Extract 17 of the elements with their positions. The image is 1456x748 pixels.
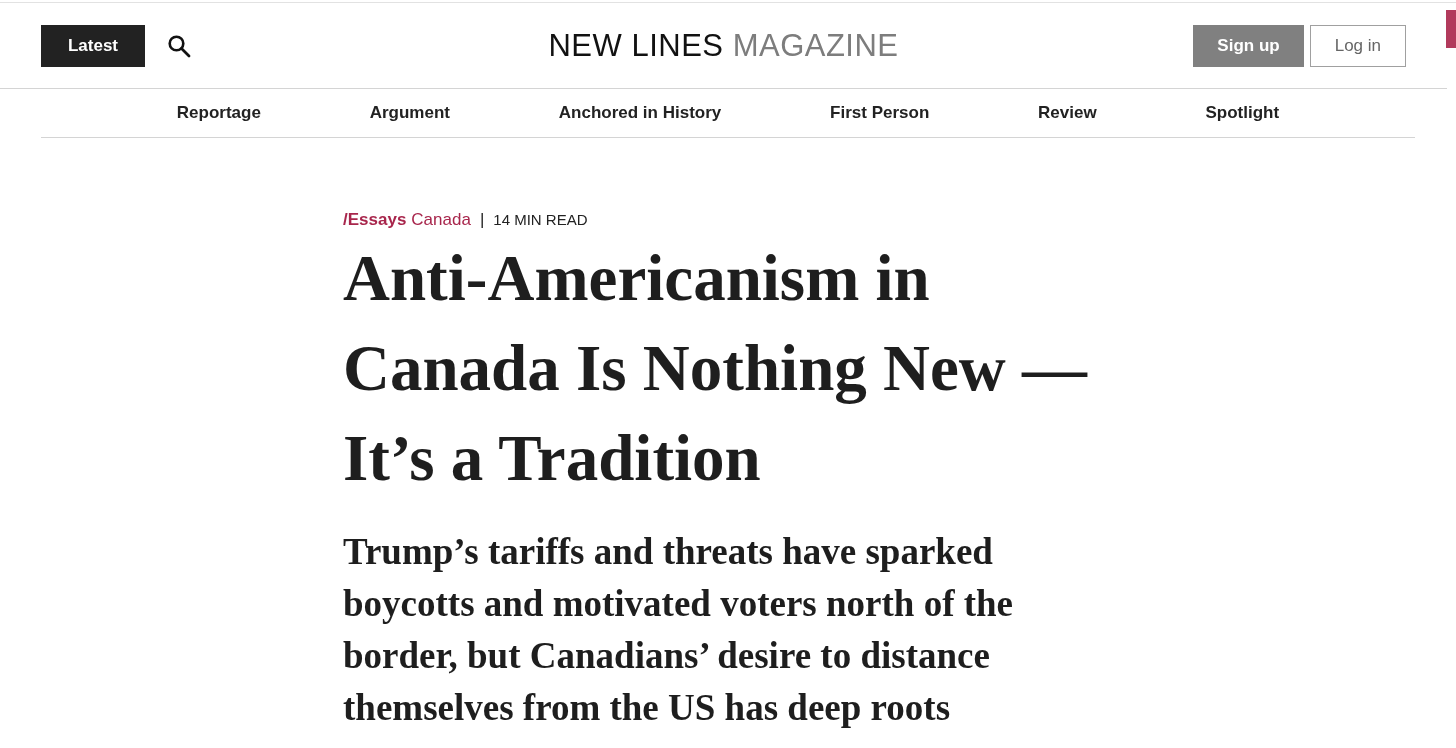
article-subtitle: Trump’s tariffs and threats have sparked boycotts and motivated voters north of the border, but Canadians’ desire to distance themselves from the US has deep roots	[343, 530, 1015, 730]
nav-link[interactable]: Anchored in History	[558, 100, 722, 126]
topic-link[interactable]: Canada	[411, 208, 471, 232]
nav-link[interactable]: First Person	[830, 100, 930, 126]
site-logo[interactable]: NEW LINES MAGAZINE	[548, 30, 899, 61]
search-icon[interactable]	[167, 33, 191, 58]
read-time: 14 MIN READ	[493, 210, 588, 230]
nav-link[interactable]: Spotlight	[1205, 100, 1280, 126]
login-button[interactable]: Log in	[1309, 24, 1406, 67]
separator: |	[479, 209, 485, 231]
nav-link[interactable]: Reportage	[176, 100, 261, 126]
signup-button[interactable]: Sign up	[1193, 24, 1304, 67]
article-title: Anti-Americanism in Canada Is Nothing New — It’s a Tradition	[343, 241, 1089, 496]
latest-button[interactable]: Latest	[41, 24, 145, 67]
section-link[interactable]: /Essays	[343, 208, 407, 232]
nav-link[interactable]: Review	[1038, 100, 1097, 126]
nav-link[interactable]: Argument	[369, 100, 450, 126]
